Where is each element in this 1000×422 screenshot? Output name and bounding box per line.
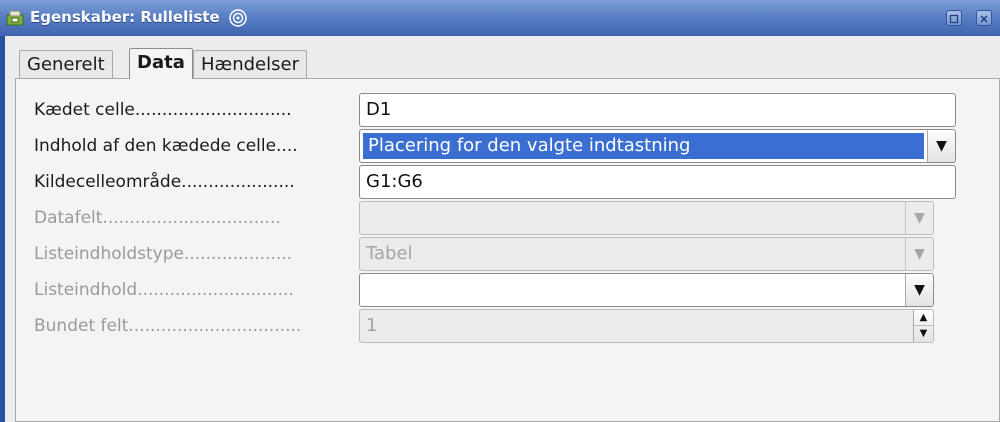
data-field-dropdown: ▼ [359, 201, 934, 235]
app-icon [6, 10, 24, 26]
source-cell-range-label: Kildecelleområde..................... [34, 172, 295, 192]
chevron-down-icon[interactable]: ▼ [905, 274, 933, 306]
bound-field-value: 1 [366, 315, 378, 336]
source-cell-range-value: G1:G6 [366, 171, 423, 192]
tab-generelt[interactable]: Generelt [19, 50, 113, 78]
chevron-down-icon: ▼ [905, 202, 933, 234]
list-content-type-label: Listeindholdstype.................... [34, 244, 293, 264]
window-title: Egenskaber: Rulleliste [30, 8, 220, 26]
properties-window: Egenskaber: Rulleliste Generelt Data Hæn… [0, 0, 1000, 422]
linked-cell-content-dropdown[interactable]: Placering for den valgte indtastning ▼ [359, 129, 956, 163]
close-icon [980, 15, 988, 23]
close-button[interactable] [976, 10, 992, 26]
spinner-buttons[interactable]: ▲ ▼ [913, 310, 933, 342]
list-content-dropdown[interactable]: ▼ [359, 273, 934, 307]
arrow-up-icon[interactable]: ▲ [914, 310, 933, 326]
bound-field-spinner: 1 ▲ ▼ [359, 309, 934, 343]
tab-data[interactable]: Data [129, 48, 193, 79]
tab-container: Generelt Data Hændelser Kædet celle.....… [5, 36, 1000, 422]
swirl-icon [229, 9, 247, 27]
linked-cell-content-value: Placering for den valgte indtastning [363, 133, 924, 159]
chevron-down-icon: ▼ [905, 238, 933, 270]
list-content-label: Listeindhold............................… [34, 280, 294, 300]
list-content-type-value: Tabel [366, 243, 413, 264]
chevron-down-icon[interactable]: ▼ [927, 130, 955, 162]
title-bar[interactable]: Egenskaber: Rulleliste [0, 0, 1000, 36]
restore-icon [949, 14, 959, 24]
list-content-type-dropdown: Tabel ▼ [359, 237, 934, 271]
linked-cell-input[interactable]: D1 [359, 93, 956, 127]
linked-cell-content-label: Indhold af den kædede celle.... [34, 136, 298, 156]
data-tab-panel: Kædet celle.............................… [15, 78, 1000, 422]
tab-haendelser[interactable]: Hændelser [193, 50, 307, 78]
arrow-down-icon[interactable]: ▼ [914, 326, 933, 342]
linked-cell-value: D1 [366, 99, 392, 120]
data-field-label: Datafelt................................… [34, 208, 281, 228]
linked-cell-label: Kædet celle............................. [34, 100, 292, 120]
restore-button[interactable] [946, 10, 962, 26]
bound-field-label: Bundet felt.............................… [34, 316, 302, 336]
source-cell-range-input[interactable]: G1:G6 [359, 165, 956, 199]
